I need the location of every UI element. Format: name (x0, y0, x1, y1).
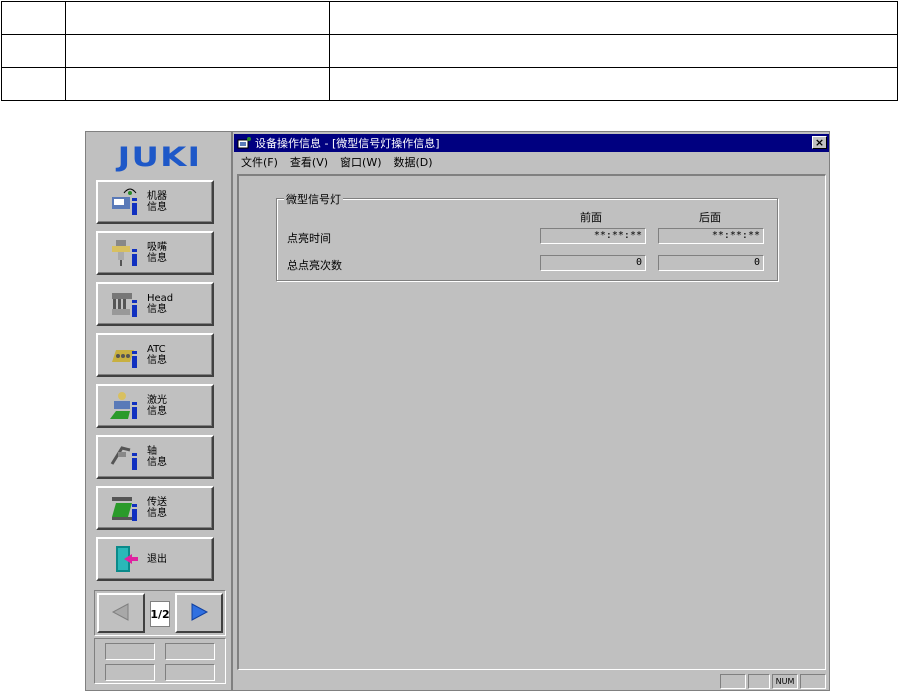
nozzle-info-button[interactable]: 吸嘴 信息 (96, 231, 214, 275)
triangle-right-icon (188, 602, 210, 625)
page-indicator: 1/2 (150, 601, 170, 627)
signal-light-group: 微型信号灯 前面 后面 点亮时间 **:**:** **:**:** 总点亮次数… (276, 191, 778, 281)
axis-info-button[interactable]: 轴 信息 (96, 435, 214, 479)
close-button[interactable]: × (812, 136, 827, 149)
application-frame: JUKI 机器 信息 吸嘴 信息 Head 信息 ATC 信息 激光 信息 轴 … (85, 131, 830, 691)
next-page-button[interactable] (175, 593, 223, 633)
conveyor-info-icon (110, 493, 140, 523)
on-time-front-value: **:**:** (540, 228, 646, 244)
left-panel: JUKI 机器 信息 吸嘴 信息 Head 信息 ATC 信息 激光 信息 轴 … (86, 132, 233, 690)
column-header-front: 前面 (580, 211, 602, 224)
axis-info-icon (110, 442, 140, 472)
status-indicator (105, 664, 155, 681)
row-label-total-count: 总点亮次数 (287, 259, 342, 272)
status-cell (720, 674, 746, 689)
on-time-rear-value: **:**:** (658, 228, 764, 244)
exit-button[interactable]: 退出 (96, 537, 214, 581)
row-label-on-time: 点亮时间 (287, 232, 331, 245)
laser-info-icon (110, 391, 140, 421)
menu-view[interactable]: 查看(V) (290, 154, 328, 170)
total-count-rear-value: 0 (658, 255, 764, 271)
menu-window[interactable]: 窗口(W) (340, 154, 381, 170)
exit-door-icon (110, 544, 140, 574)
status-bar: NUM (234, 672, 829, 690)
status-cell (748, 674, 770, 689)
window-title: 设备操作信息 - [微型信号灯操作信息] (255, 137, 440, 150)
menu-bar: 文件(F) 查看(V) 窗口(W) 数据(D) (234, 153, 829, 171)
prev-page-button[interactable] (97, 593, 145, 633)
group-title: 微型信号灯 (284, 191, 343, 207)
table-row (1, 67, 898, 101)
window-titlebar[interactable]: 设备操作信息 - [微型信号灯操作信息] × (234, 134, 829, 152)
table-row (1, 34, 898, 68)
machine-info-button[interactable]: 机器 信息 (96, 180, 214, 224)
status-indicator (105, 643, 155, 660)
menu-file[interactable]: 文件(F) (241, 154, 278, 170)
status-indicator (165, 643, 215, 660)
nozzle-info-icon (110, 238, 140, 268)
menu-data[interactable]: 数据(D) (394, 154, 433, 170)
head-info-button[interactable]: Head 信息 (96, 282, 214, 326)
juki-logo: JUKI (117, 141, 201, 173)
client-area: 微型信号灯 前面 后面 点亮时间 **:**:** **:**:** 总点亮次数… (237, 174, 826, 670)
triangle-left-icon (110, 602, 132, 625)
laser-info-button[interactable]: 激光 信息 (96, 384, 214, 428)
table-row (1, 1, 898, 35)
conveyor-info-button[interactable]: 传送 信息 (96, 486, 214, 530)
head-info-icon (110, 289, 140, 319)
atc-info-icon (110, 340, 140, 370)
page-navigation: 1/2 (94, 590, 226, 636)
info-window: 设备操作信息 - [微型信号灯操作信息] × 文件(F) 查看(V) 窗口(W)… (234, 134, 829, 690)
num-lock-indicator: NUM (772, 674, 798, 689)
column-header-rear: 后面 (699, 211, 721, 224)
app-window-icon (237, 136, 253, 150)
status-indicator-box (94, 638, 226, 684)
status-indicator (165, 664, 215, 681)
machine-info-icon (110, 187, 140, 217)
atc-info-button[interactable]: ATC 信息 (96, 333, 214, 377)
header-table (1, 1, 898, 101)
status-cell (800, 674, 826, 689)
total-count-front-value: 0 (540, 255, 646, 271)
